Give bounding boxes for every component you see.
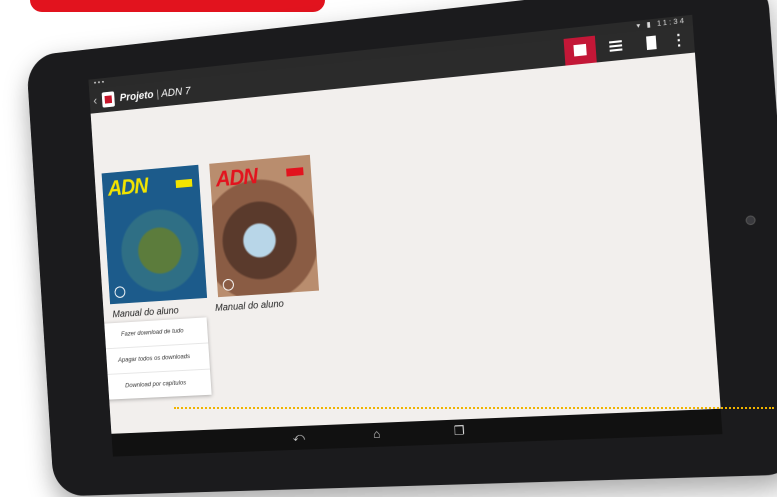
list-icon: [609, 40, 623, 53]
nav-home-icon[interactable]: ⌂: [373, 427, 381, 441]
book-tag: [286, 167, 304, 177]
navigation-bar: ⤺ ⌂ ❐: [111, 408, 723, 457]
download-icon[interactable]: [222, 278, 235, 292]
book-caption-2: Manual do aluno: [214, 298, 285, 314]
tablet-camera: [745, 215, 756, 226]
app-logo-icon: [101, 91, 115, 108]
book-logo: ADN: [214, 163, 258, 192]
tablet-device: ▪▪▪ ▾ ▮ 11:34 ‹ Projeto | ADN 7 ⋮ ADN AD…: [25, 0, 777, 497]
book-cover-2[interactable]: ADN: [209, 154, 320, 298]
books-view-button[interactable]: [563, 35, 597, 66]
title-book: ADN 7: [160, 85, 191, 100]
nav-recent-apps-icon[interactable]: ❐: [453, 423, 465, 438]
callout-leader-line: [174, 407, 774, 409]
status-left-icons: ▪▪▪: [93, 78, 107, 87]
book-cover-1[interactable]: ADN: [101, 164, 208, 305]
download-icon[interactable]: [114, 286, 126, 299]
back-chevron-icon[interactable]: ‹: [93, 93, 98, 108]
context-menu: Fazer download de tudo Apagar todos os d…: [97, 317, 212, 400]
list-view-button[interactable]: [599, 32, 633, 62]
red-header-tab: [30, 0, 325, 12]
tablet-screen: ▪▪▪ ▾ ▮ 11:34 ‹ Projeto | ADN 7 ⋮ ADN AD…: [88, 14, 723, 457]
page-icon: [646, 35, 657, 51]
nav-back-icon[interactable]: ⤺: [292, 430, 305, 445]
page-title: Projeto | ADN 7: [119, 85, 190, 104]
book-tag: [175, 178, 193, 189]
title-project: Projeto: [119, 89, 154, 104]
book-icon: [573, 43, 587, 57]
book-logo: ADN: [107, 173, 149, 201]
page-view-button[interactable]: [635, 28, 669, 58]
overflow-menu-icon[interactable]: ⋮: [667, 26, 691, 55]
menu-item-download-by-chapter[interactable]: Download por capítulos: [101, 370, 212, 400]
book-caption-1: Manual do aluno: [112, 305, 180, 321]
